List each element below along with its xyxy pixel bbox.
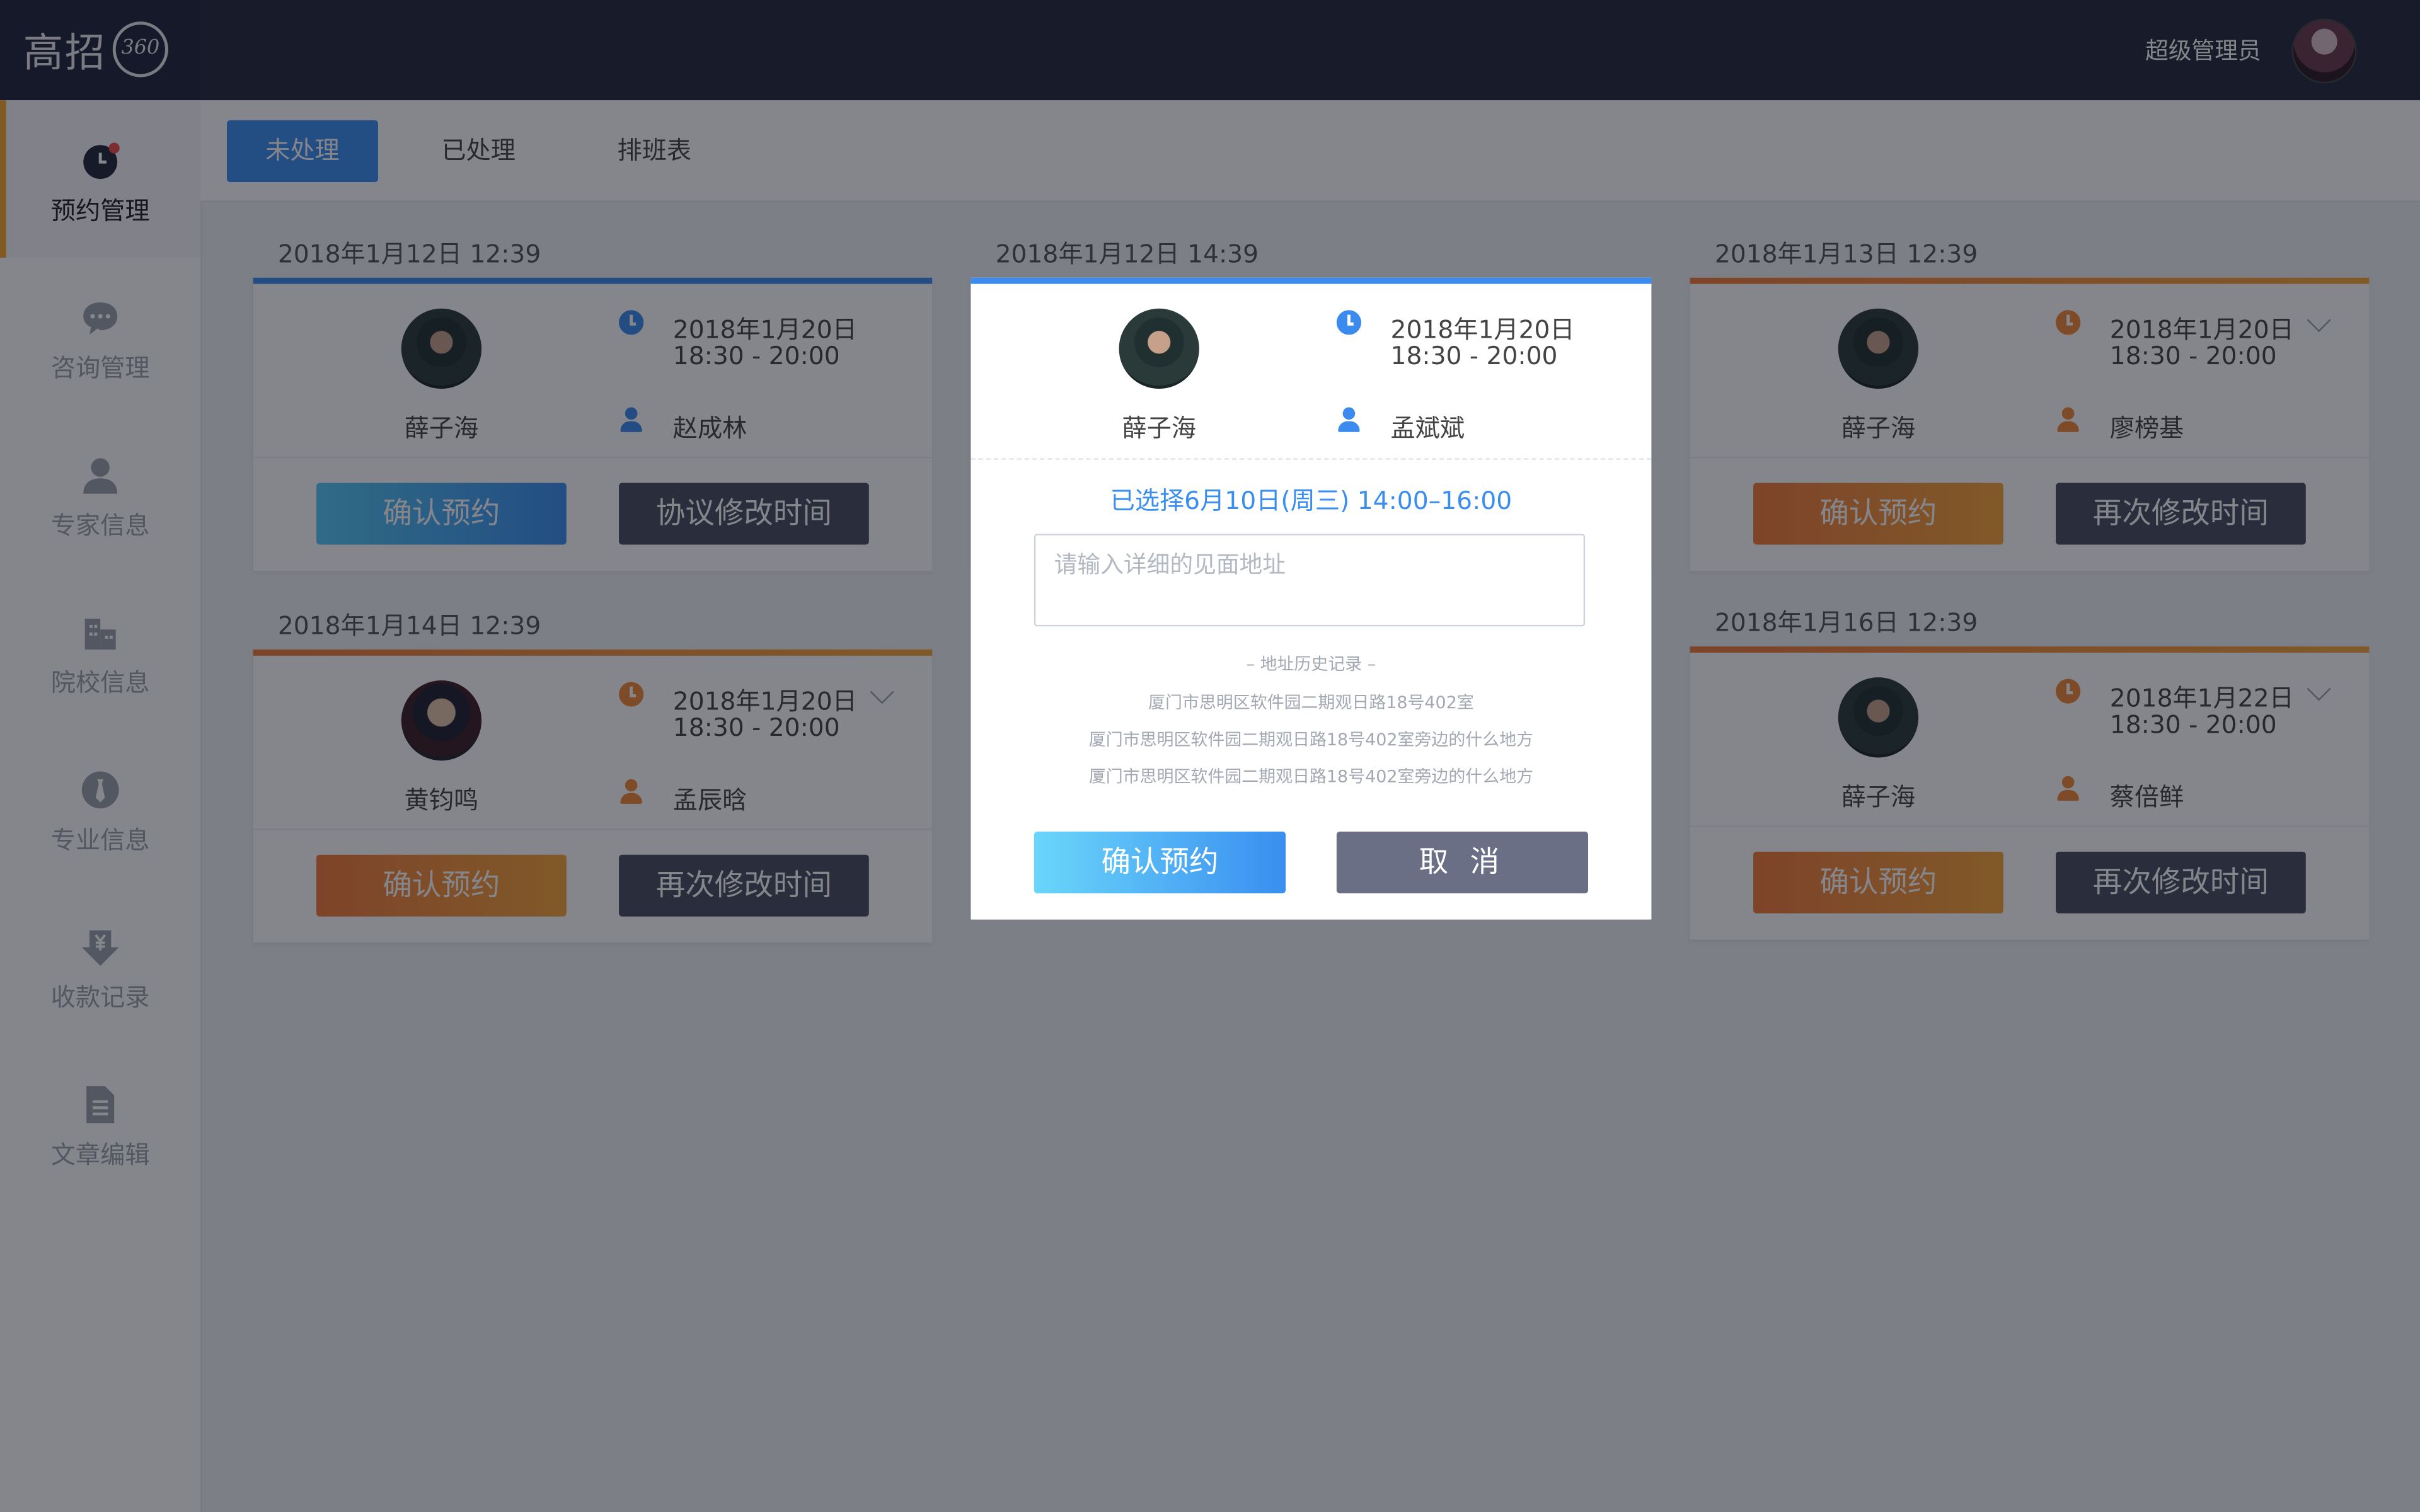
- modal-divider: [971, 458, 1652, 460]
- modal-confirm-button[interactable]: 确认预约: [1034, 832, 1286, 893]
- address-confirm-modal: 薛子海 2018年1月20日 18:30 - 20:00 孟斌斌 已选择6月10…: [971, 277, 1652, 920]
- address-history-item[interactable]: 厦门市思明区软件园二期观日路18号402室旁边的什么地方: [971, 726, 1651, 751]
- address-input[interactable]: [1034, 534, 1586, 627]
- user-icon: [1337, 407, 1361, 432]
- modal-cancel-button[interactable]: 取 消: [1336, 832, 1589, 893]
- modal-accent-bar: [971, 277, 1652, 284]
- appointment-date: 2018年1月20日: [1390, 314, 1575, 345]
- expert-name: 薛子海: [1122, 413, 1196, 443]
- app-root: 高招 360 超级管理员 预约管理 咨询管理 专家信息: [0, 0, 2420, 1512]
- client-name: 孟斌斌: [1390, 413, 1465, 443]
- address-history-title: – 地址历史记录 –: [1246, 654, 1376, 675]
- clock-icon: [1336, 310, 1362, 335]
- address-history-item[interactable]: 厦门市思明区软件园二期观日路18号402室旁边的什么地方: [971, 764, 1651, 788]
- appointment-time: 18:30 - 20:00: [1390, 341, 1558, 370]
- expert-avatar: [1119, 308, 1199, 389]
- address-history-item[interactable]: 厦门市思明区软件园二期观日路18号402室: [971, 690, 1651, 714]
- selected-slot-text: 已选择6月10日(周三) 14:00–16:00: [1110, 486, 1512, 515]
